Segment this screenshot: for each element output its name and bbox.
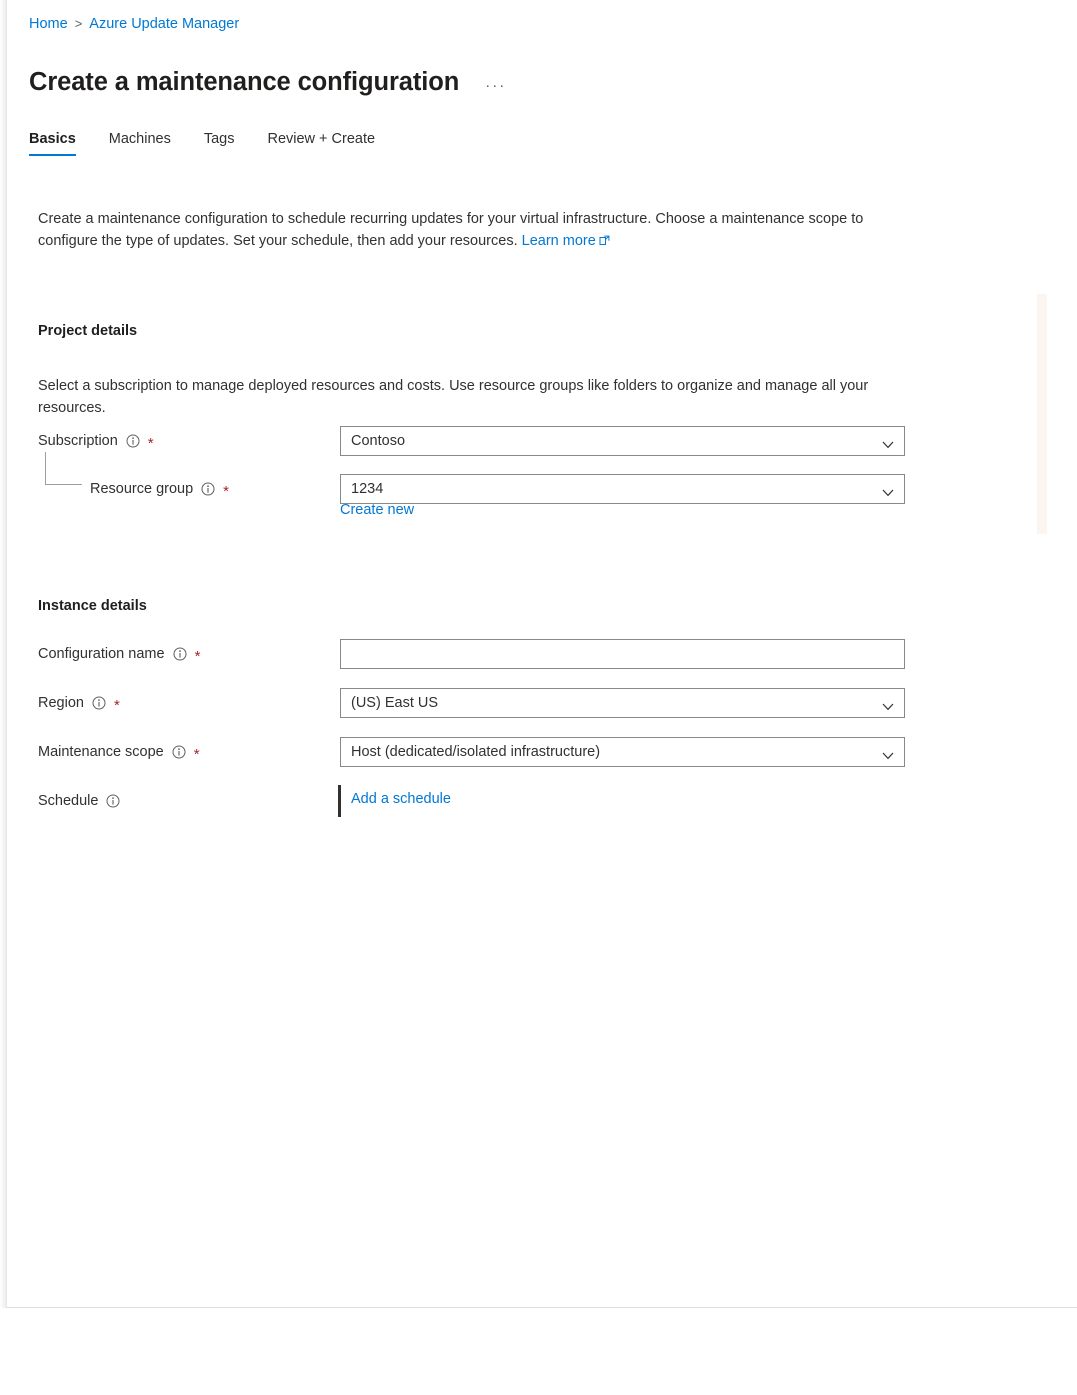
external-link-icon [599, 231, 610, 253]
region-select[interactable]: (US) East US [340, 688, 905, 718]
required-marker: * [193, 745, 200, 763]
title-row: Create a maintenance configuration ··· [29, 48, 510, 116]
subscription-select-wrap: Contoso [340, 426, 905, 456]
resource-group-select-wrap: 1234 [340, 474, 905, 504]
required-marker: * [194, 647, 201, 665]
region-select-wrap: (US) East US [340, 688, 905, 718]
create-maintenance-configuration-blade: Home > Azure Update Manager Create a maint… [0, 0, 1077, 1395]
configuration-name-input[interactable] [340, 639, 905, 669]
maintenance-scope-select[interactable]: Host (dedicated/isolated infrastructure) [340, 737, 905, 767]
maintenance-scope-row: Maintenance scope * Host (dedicated/isol… [38, 737, 938, 767]
maintenance-scope-label-group: Maintenance scope * [38, 737, 200, 767]
maintenance-scope-select-wrap: Host (dedicated/isolated infrastructure) [340, 737, 905, 767]
configuration-name-control [340, 639, 905, 669]
schedule-label-group: Schedule [38, 786, 120, 816]
breadcrumb-azure-update-manager[interactable]: Azure Update Manager [89, 16, 239, 32]
intro-description: Create a maintenance configuration to sc… [38, 208, 913, 253]
subscription-select[interactable]: Contoso [340, 426, 905, 456]
subscription-control: Contoso [340, 426, 905, 456]
maintenance-scope-label: Maintenance scope [38, 744, 164, 760]
breadcrumb-home[interactable]: Home [29, 16, 68, 32]
required-marker: * [223, 482, 230, 500]
schedule-row: Schedule [38, 786, 938, 816]
resource-group-control: 1234 [340, 474, 905, 504]
subscription-row: Subscription * Contoso [38, 426, 938, 456]
intro-text: Create a maintenance configuration to sc… [38, 210, 864, 249]
resource-group-select[interactable]: 1234 [340, 474, 905, 504]
footer-action-bar: Review + create < Previous Next : Machin… [0, 1308, 1077, 1395]
tab-machines[interactable]: Machines [109, 131, 171, 156]
ellipsis-icon[interactable]: ··· [481, 75, 510, 96]
required-marker: * [147, 434, 154, 452]
resource-group-label: Resource group [90, 481, 194, 497]
region-label: Region [38, 695, 84, 711]
project-details-heading: Project details [38, 323, 138, 340]
learn-more-link[interactable]: Learn more [522, 233, 610, 249]
tab-bar: Basics Machines Tags Review + Create [29, 131, 408, 156]
breadcrumb-separator: > [74, 16, 83, 31]
create-new-resource-group-link[interactable]: Create new [340, 502, 414, 518]
info-icon[interactable] [172, 745, 186, 759]
subscription-label-group: Subscription * [38, 426, 154, 456]
learn-more-label: Learn more [521, 232, 596, 249]
info-icon[interactable] [201, 482, 215, 496]
region-row: Region * (US) East US [38, 688, 938, 718]
region-control: (US) East US [340, 688, 905, 718]
breadcrumb: Home > Azure Update Manager [29, 14, 239, 34]
maintenance-scope-control: Host (dedicated/isolated infrastructure) [340, 737, 905, 767]
configuration-name-row: Configuration name * [38, 639, 938, 669]
page-title: Create a maintenance configuration [29, 68, 460, 97]
instance-details-heading: Instance details [38, 598, 147, 615]
resource-group-row: Resource group * 1234 [38, 474, 938, 504]
info-icon[interactable] [126, 434, 140, 448]
project-details-description: Select a subscription to manage deployed… [38, 377, 869, 416]
required-marker: * [113, 696, 120, 714]
resource-group-label-group: Resource group * [90, 474, 229, 504]
info-icon[interactable] [106, 794, 120, 808]
tab-basics[interactable]: Basics [29, 131, 76, 156]
schedule-accent-bar [338, 785, 341, 817]
right-edge-strip [1037, 294, 1047, 534]
configuration-name-label: Configuration name [38, 646, 165, 662]
info-icon[interactable] [92, 696, 106, 710]
add-a-schedule-link[interactable]: Add a schedule [351, 791, 451, 807]
region-label-group: Region * [38, 688, 120, 718]
blade-left-border [6, 0, 7, 1395]
tab-review-create[interactable]: Review + Create [267, 131, 375, 156]
info-icon[interactable] [173, 647, 187, 661]
subscription-label: Subscription [38, 433, 118, 449]
tab-tags[interactable]: Tags [204, 131, 235, 156]
configuration-name-label-group: Configuration name * [38, 639, 200, 669]
schedule-label: Schedule [38, 793, 99, 809]
